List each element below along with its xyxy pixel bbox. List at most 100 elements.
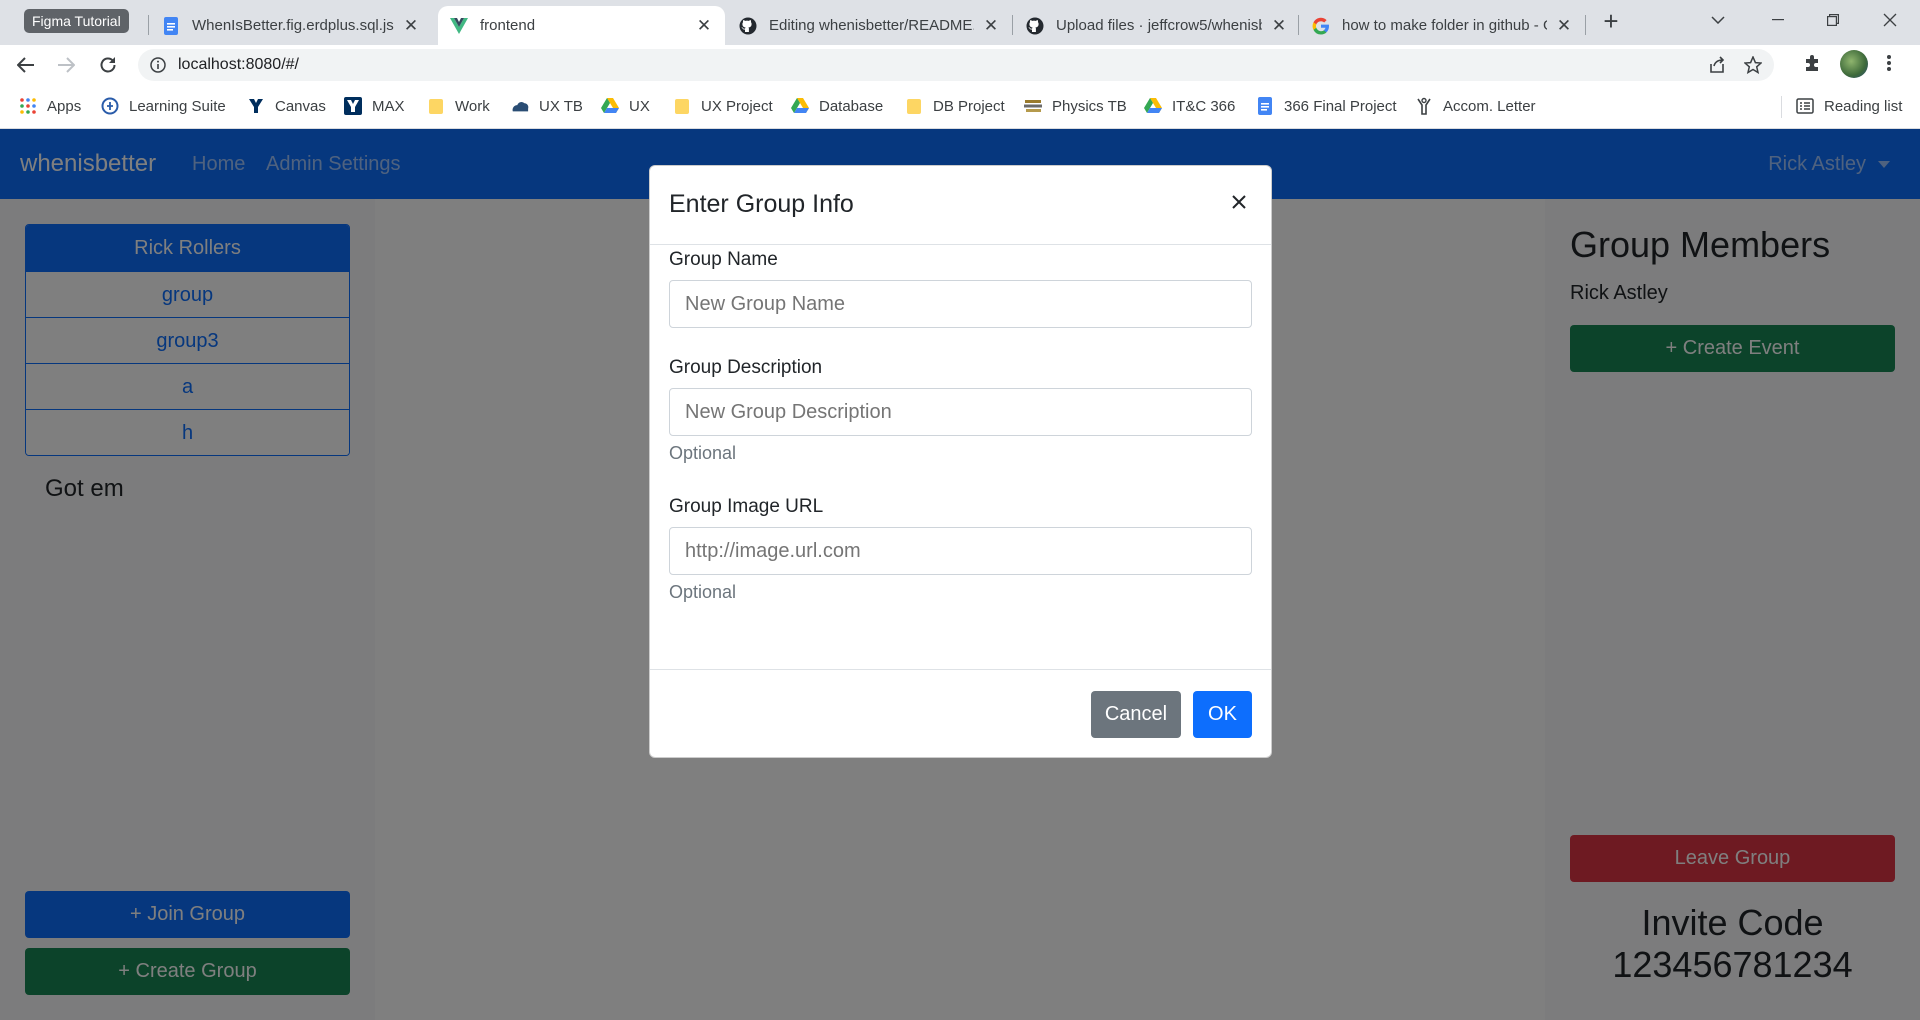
back-arrow-icon[interactable]	[12, 51, 40, 79]
learning-suite-icon	[101, 97, 119, 115]
close-icon[interactable]	[1229, 192, 1249, 212]
github-icon	[739, 17, 757, 35]
group-description-input[interactable]	[669, 388, 1252, 436]
github-icon	[1026, 17, 1044, 35]
group-name-label: Group Name	[669, 249, 778, 270]
vue-icon	[450, 17, 468, 35]
bookmark-itc-366[interactable]: IT&C 366	[1144, 85, 1235, 127]
tab-search-chevron-icon[interactable]	[1688, 0, 1748, 40]
google-docs-icon	[162, 16, 180, 35]
browser-tab[interactable]: Upload files · jeffcrow5/whenisbetter ✕	[1014, 6, 1300, 45]
modal-title: Enter Group Info	[669, 190, 854, 218]
modal-footer: Cancel OK	[650, 669, 1271, 757]
bookmark-label: UX TB	[539, 97, 583, 115]
browser-tab[interactable]: WhenIsBetter.fig.erdplus.sql.json ✕	[150, 6, 432, 45]
tab-title: Editing whenisbetter/README.md	[769, 17, 974, 34]
google-drive-icon	[791, 97, 809, 115]
bookmark-366-final-project[interactable]: 366 Final Project	[1256, 85, 1397, 127]
site-info-icon[interactable]	[150, 57, 166, 73]
bookmark-label: Apps	[47, 97, 82, 115]
bookmark-ux-project[interactable]: UX Project	[673, 85, 773, 127]
accessibility-icon	[1415, 97, 1433, 115]
bookmark-label: Learning Suite	[129, 97, 226, 115]
bookmarks-separator	[1781, 96, 1782, 118]
cancel-button[interactable]: Cancel	[1091, 691, 1181, 738]
close-window-icon[interactable]	[1860, 0, 1920, 40]
bookmark-label: UX	[629, 97, 650, 115]
bookmark-label: MAX	[372, 97, 405, 115]
group-description-help: Optional	[669, 443, 737, 463]
tab-separator	[1585, 15, 1586, 35]
bookmark-label: IT&C 366	[1172, 97, 1236, 115]
tab-title: WhenIsBetter.fig.erdplus.sql.json	[192, 17, 394, 34]
bookmark-canvas[interactable]: Canvas	[247, 85, 326, 127]
address-bar[interactable]: localhost:8080/#/	[138, 49, 1774, 81]
browser-toolbar: localhost:8080/#/	[0, 45, 1920, 85]
close-tab-icon[interactable]: ✕	[982, 16, 1000, 35]
bookmark-apps[interactable]: Apps	[19, 85, 81, 127]
group-image-url-help: Optional	[669, 582, 737, 602]
bookmark-physics-tb[interactable]: Physics TB	[1024, 85, 1127, 127]
bookmark-learning-suite[interactable]: Learning Suite	[101, 85, 226, 127]
group-info-modal: Enter Group Info Group Name Group Descri…	[649, 165, 1272, 758]
minimize-window-icon[interactable]	[1748, 0, 1808, 40]
close-tab-icon[interactable]: ✕	[1555, 16, 1573, 35]
reload-icon[interactable]	[94, 51, 122, 79]
close-tab-icon[interactable]: ✕	[1270, 16, 1288, 35]
bookmark-label: Accom. Letter	[1443, 97, 1536, 115]
reading-list-button[interactable]: Reading list	[1796, 85, 1902, 127]
tab-separator	[148, 15, 149, 35]
bookmark-label: Physics TB	[1052, 97, 1127, 115]
new-tab-button[interactable]: +	[1597, 8, 1625, 36]
group-name-input[interactable]	[669, 280, 1252, 328]
bookmark-ux-tb[interactable]: UX TB	[511, 85, 583, 127]
profile-avatar[interactable]	[1840, 50, 1868, 78]
byu-y-box-icon	[344, 97, 362, 115]
bookmark-ux[interactable]: UX	[601, 85, 650, 127]
bookmark-db-project[interactable]: DB Project	[905, 85, 1005, 127]
folder-icon	[427, 97, 445, 115]
browser-menu-icon[interactable]	[1886, 53, 1892, 73]
bookmark-label: Database	[819, 97, 884, 115]
google-docs-icon	[1256, 97, 1274, 115]
browser-tab-strip: Figma Tutorial WhenIsBetter.fig.erdplus.…	[0, 0, 1920, 45]
cloud-icon	[511, 97, 529, 115]
share-icon[interactable]	[1708, 56, 1726, 74]
byu-y-icon	[247, 97, 265, 115]
ok-button[interactable]: OK	[1193, 691, 1252, 738]
bookmark-database[interactable]: Database	[791, 85, 883, 127]
close-tab-icon[interactable]: ✕	[695, 16, 713, 35]
browser-tab[interactable]: how to make folder in github - Google Se…	[1300, 6, 1585, 45]
bookmark-label: Canvas	[275, 97, 326, 115]
tab-title: frontend	[480, 17, 536, 34]
forward-arrow-icon[interactable]	[52, 51, 80, 79]
tab-group-label[interactable]: Figma Tutorial	[24, 9, 129, 33]
bookmark-max[interactable]: MAX	[344, 85, 405, 127]
tab-separator	[1012, 15, 1013, 35]
bookmark-star-icon[interactable]	[1744, 56, 1762, 74]
reading-list-icon	[1796, 97, 1814, 115]
modal-header: Enter Group Info	[650, 166, 1271, 245]
browser-tab[interactable]: Editing whenisbetter/README.md ✕	[727, 6, 1012, 45]
apps-grid-icon	[19, 97, 37, 115]
url-text[interactable]: localhost:8080/#/	[178, 49, 299, 81]
google-drive-icon	[601, 97, 619, 115]
google-drive-icon	[1144, 97, 1162, 115]
bookmark-label: UX Project	[701, 97, 773, 115]
tab-title: how to make folder in github - Google Se…	[1342, 17, 1547, 34]
group-image-url-input[interactable]	[669, 527, 1252, 575]
reading-list-label: Reading list	[1824, 97, 1903, 115]
bookmark-label: Work	[455, 97, 490, 115]
restore-window-icon[interactable]	[1803, 0, 1863, 40]
bookmark-label: 366 Final Project	[1284, 97, 1397, 115]
bookmark-work[interactable]: Work	[427, 85, 490, 127]
browser-tab-active[interactable]: frontend ✕	[438, 6, 725, 45]
group-image-url-label: Group Image URL	[669, 496, 824, 517]
google-icon	[1312, 17, 1330, 35]
tab-title: Upload files · jeffcrow5/whenisbetter	[1056, 17, 1262, 34]
bookmark-accom-letter[interactable]: Accom. Letter	[1415, 85, 1536, 127]
extensions-puzzle-icon[interactable]	[1803, 53, 1823, 73]
folder-icon	[673, 97, 691, 115]
close-tab-icon[interactable]: ✕	[402, 16, 420, 35]
folder-icon	[905, 97, 923, 115]
